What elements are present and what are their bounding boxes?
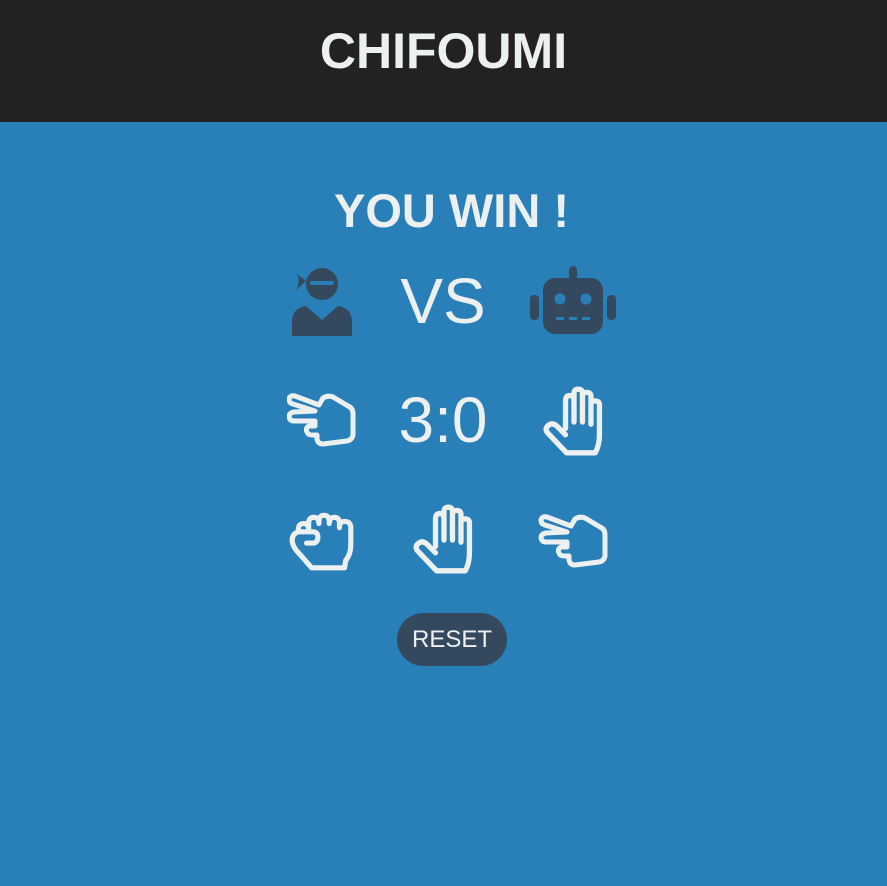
player-choice-hand-scissors-icon	[287, 388, 357, 448]
choice-paper-button[interactable]	[412, 504, 476, 574]
score-display: 3:0	[398, 384, 488, 456]
choice-rock-button[interactable]	[286, 509, 358, 571]
cpu-choice-hand-paper-icon	[541, 386, 607, 456]
app-header: CHIFOUMI	[0, 0, 887, 122]
ninja-icon	[290, 266, 354, 336]
choice-scissors-button[interactable]	[538, 509, 610, 569]
robot-icon	[530, 266, 616, 336]
result-message: YOU WIN !	[334, 184, 569, 237]
reset-button[interactable]: RESET	[397, 613, 507, 666]
vs-label: VS	[400, 265, 486, 337]
app-title: CHIFOUMI	[319, 23, 568, 79]
